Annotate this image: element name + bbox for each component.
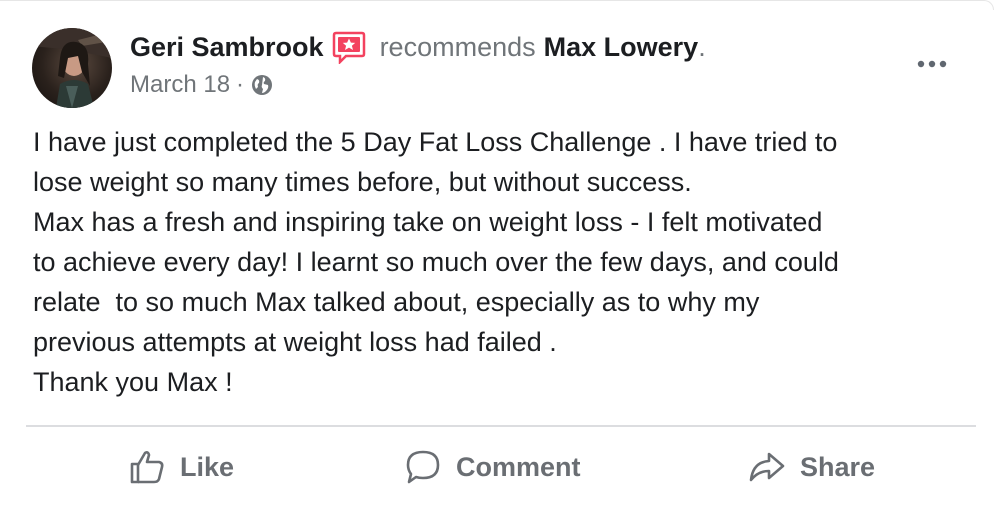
avatar[interactable]: [32, 28, 112, 108]
recommends-text: recommends: [379, 31, 536, 62]
post-header: Geri Sambrook recommends Max Lowery .: [130, 30, 706, 66]
share-label: Share: [800, 451, 876, 482]
more-options-button[interactable]: [914, 52, 950, 76]
meta-separator: ·: [236, 71, 245, 98]
page-name[interactable]: Max Lowery: [544, 32, 699, 63]
post-text: I have just completed the 5 Day Fat Loss…: [33, 127, 839, 397]
comment-label: Comment: [456, 451, 581, 482]
share-arrow-icon: [749, 452, 785, 482]
more-horizontal-icon: [917, 60, 947, 68]
card-border: [0, 0, 994, 10]
like-button[interactable]: Like: [128, 444, 234, 490]
globe-icon: [250, 73, 274, 97]
comment-button[interactable]: Comment: [404, 444, 581, 490]
post-date[interactable]: March 18: [130, 71, 230, 99]
like-label: Like: [180, 451, 235, 482]
header-period: .: [698, 31, 706, 62]
comment-bubble-icon: [406, 450, 440, 484]
action-divider: [26, 425, 976, 427]
share-button[interactable]: Share: [748, 444, 875, 490]
thumbs-up-icon: [130, 451, 164, 484]
post-meta: March 18 ·: [130, 70, 274, 100]
post-card: Geri Sambrook recommends Max Lowery . Ma…: [0, 0, 994, 506]
author-name[interactable]: Geri Sambrook: [130, 32, 324, 63]
recommend-star-icon: [332, 30, 366, 66]
